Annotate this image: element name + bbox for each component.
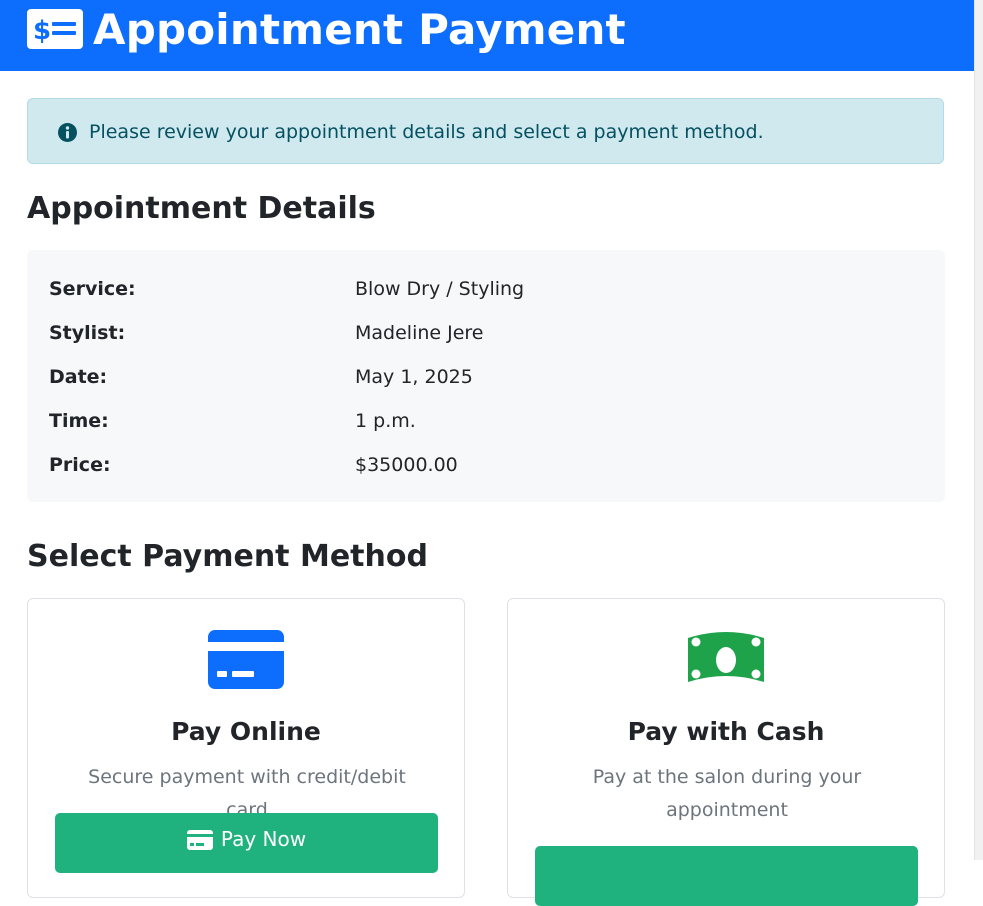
appointment-details-panel: Service: Blow Dry / Styling Stylist: Mad…: [27, 250, 945, 502]
payment-method-heading: Select Payment Method: [27, 539, 428, 574]
pay-online-card[interactable]: Pay Online Secure payment with credit/de…: [27, 598, 465, 898]
detail-label: Date:: [49, 366, 108, 388]
detail-label: Price:: [49, 454, 111, 476]
pay-now-button[interactable]: Pay Now: [55, 813, 438, 873]
detail-label: Service:: [49, 278, 136, 300]
info-circle-icon: [58, 123, 77, 142]
pay-now-button-content: Pay Now: [55, 826, 438, 856]
detail-value: Blow Dry / Styling: [355, 278, 525, 300]
detail-row-stylist: Stylist: Madeline Jere: [27, 318, 945, 348]
detail-value: May 1, 2025: [355, 366, 473, 388]
alert-message: Please review your appointment details a…: [89, 121, 764, 143]
pay-online-title: Pay Online: [171, 717, 321, 746]
money-bill-icon: [684, 630, 768, 694]
pay-cash-description: Pay at the salon during your appointment: [592, 766, 862, 821]
appointment-details-heading: Appointment Details: [27, 191, 376, 226]
svg-text:$: $: [33, 16, 51, 46]
detail-value: 1 p.m.: [355, 410, 416, 432]
page-scrollbar[interactable]: [974, 0, 983, 860]
credit-card-icon: [186, 830, 213, 856]
pay-cash-card[interactable]: Pay with Cash Pay at the salon during yo…: [507, 598, 945, 906]
info-alert: Please review your appointment details a…: [27, 98, 944, 164]
pay-cash-button[interactable]: [535, 846, 918, 906]
detail-row-price: Price: $35000.00: [27, 450, 945, 480]
detail-value: Madeline Jere: [355, 322, 484, 344]
money-check-icon: $: [27, 9, 83, 49]
page-header: $ Appointment Payment: [0, 0, 974, 71]
page-title: Appointment Payment: [93, 5, 626, 54]
pay-now-label: Pay Now: [220, 827, 307, 851]
pay-cash-title: Pay with Cash: [627, 717, 825, 746]
detail-row-service: Service: Blow Dry / Styling: [27, 274, 945, 304]
detail-row-date: Date: May 1, 2025: [27, 362, 945, 392]
detail-value: $35000.00: [355, 454, 458, 476]
detail-label: Stylist:: [49, 322, 126, 344]
detail-row-time: Time: 1 p.m.: [27, 406, 945, 436]
detail-label: Time:: [49, 410, 109, 432]
credit-card-icon: [208, 630, 284, 693]
